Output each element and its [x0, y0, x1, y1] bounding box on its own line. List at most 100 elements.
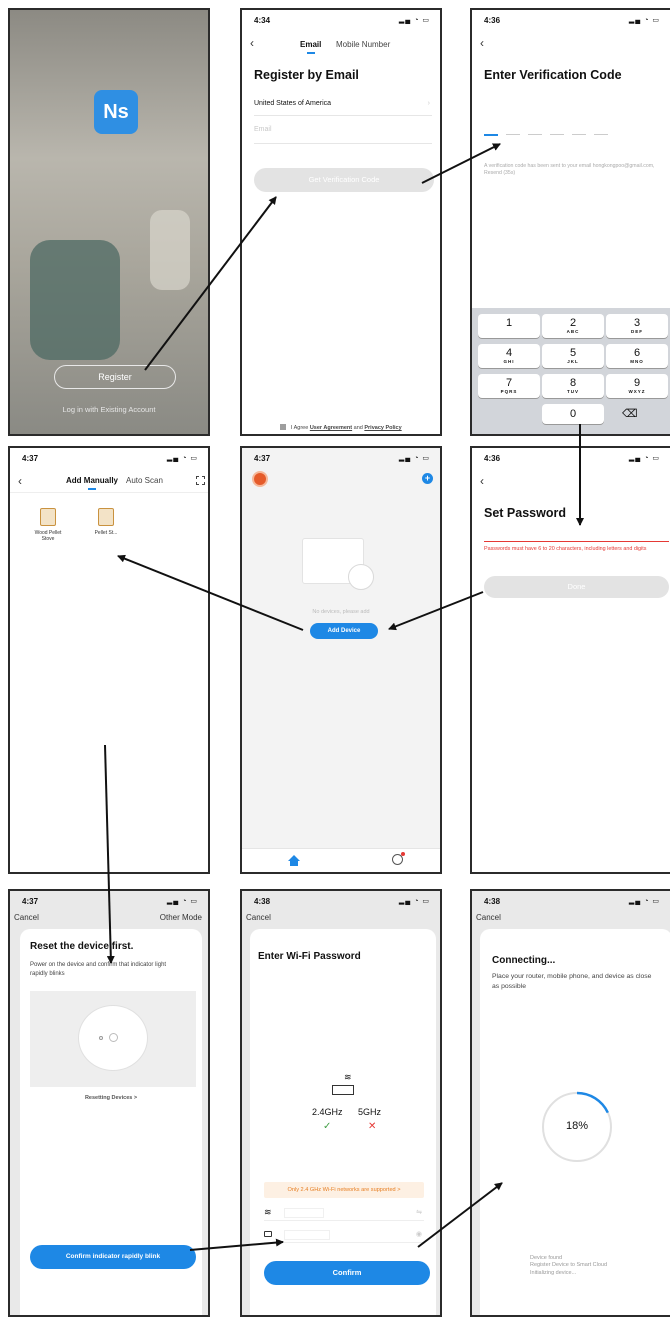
back-chevron-icon[interactable]: ‹	[18, 474, 22, 488]
router-icon	[332, 1085, 354, 1095]
keypad-letters: PQRS	[500, 389, 518, 394]
user-agreement-link[interactable]: User Agreement	[310, 425, 352, 431]
back-chevron-icon[interactable]: ‹	[480, 36, 484, 50]
tab-add-manually-label: Add Manually	[66, 476, 119, 485]
country-selector[interactable]: United States of America ›	[254, 100, 432, 116]
login-existing-link[interactable]: Log in with Existing Account	[10, 405, 208, 414]
verification-hint: A verification code has been sent to you…	[484, 163, 655, 176]
bottom-tab-bar	[242, 848, 440, 872]
keypad-letters: ABC	[566, 329, 580, 334]
numeric-keypad: 1 2 ABC 3 DEF 4 GHI 5 JKL 6 MNO 7 PQRS 8 TUV 9 WXYZ 0 ⌫	[472, 308, 670, 434]
screen-verification-code: 4:36 ▂▄ ◔ ▭ ‹ Enter Verification Code A …	[470, 8, 670, 436]
keypad-digit: 4	[505, 347, 513, 359]
code-digit-3	[528, 134, 542, 135]
status-time: 4:38	[254, 897, 271, 906]
agree-checkbox[interactable]	[280, 424, 287, 430]
eye-icon[interactable]: ◉	[416, 1230, 422, 1238]
add-device-button[interactable]: Add Device	[310, 623, 378, 639]
avatar[interactable]	[252, 471, 268, 487]
keypad-key-4[interactable]: 4 GHI	[478, 344, 540, 368]
tab-mobile-number[interactable]: Mobile Number	[336, 40, 390, 49]
done-button[interactable]: Done	[484, 576, 669, 598]
agree-prefix: I Agree	[290, 425, 309, 431]
confirm-blink-button[interactable]: Confirm indicator rapidly blink	[30, 1245, 196, 1269]
code-input-boxes[interactable]	[484, 134, 614, 136]
card-desc: Place your router, mobile phone, and dev…	[492, 973, 652, 990]
add-plus-icon[interactable]: +	[422, 473, 433, 484]
status-icons: ▂▄ ◔ ▭	[398, 17, 430, 24]
email-field[interactable]: Email	[254, 126, 432, 144]
tab-indicator	[88, 488, 96, 490]
back-chevron-icon[interactable]: ‹	[480, 474, 484, 488]
status-time: 4:36	[484, 16, 501, 25]
keypad-key-8[interactable]: 8 TUV	[542, 374, 604, 398]
device-illustration	[30, 991, 196, 1087]
keypad-key-0[interactable]: 0	[542, 404, 604, 424]
status-icons: ▂▄ ◔ ▭	[166, 898, 198, 905]
page-title: Register by Email	[254, 68, 359, 82]
status-icons: ▂▄ ◔ ▭	[398, 455, 430, 462]
check-icon: ✓	[323, 1121, 332, 1132]
app-logo-text: Ns	[103, 101, 129, 123]
screen-home: 4:37 ▂▄ ◔ ▭ + No devices, please add Add…	[240, 446, 442, 874]
delete-icon[interactable]: ⌫	[622, 407, 638, 420]
status-bar: 4:37 ▂▄ ◔ ▭	[10, 895, 208, 909]
password-field[interactable]: ◉	[264, 1229, 424, 1243]
keypad-digit: 9	[633, 377, 641, 389]
code-digit-5	[572, 134, 586, 135]
tab-email[interactable]: Email	[300, 40, 321, 54]
tab-auto-scan[interactable]: Auto Scan	[126, 476, 163, 485]
keypad-key-7[interactable]: 7 PQRS	[478, 374, 540, 398]
keypad-key-2[interactable]: 2 ABC	[542, 314, 604, 338]
wifi-field[interactable]: ≋ ⇋	[264, 1207, 424, 1221]
progress-percent: 18%	[565, 1120, 589, 1132]
cross-icon: ✕	[368, 1121, 377, 1132]
privacy-policy-link[interactable]: Privacy Policy	[364, 425, 401, 431]
password-error: Passwords must have 6 to 20 characters, …	[484, 546, 647, 552]
keypad-key-6[interactable]: 6 MNO	[606, 344, 668, 368]
back-chevron-icon[interactable]: ‹	[250, 36, 254, 50]
keypad-key-9[interactable]: 9 WXYZ	[606, 374, 668, 398]
resetting-devices-link[interactable]: Resetting Devices >	[20, 1095, 202, 1101]
keypad-key-3[interactable]: 3 DEF	[606, 314, 668, 338]
agree-and: and	[353, 425, 363, 431]
cancel-link[interactable]: Cancel	[476, 913, 501, 922]
only-24ghz-warning[interactable]: Only 2.4 GHz Wi-Fi networks are supporte…	[264, 1182, 424, 1198]
password-field[interactable]	[484, 540, 669, 542]
keypad-letters: GHI	[503, 359, 515, 364]
switch-network-icon[interactable]: ⇋	[416, 1208, 422, 1216]
cancel-link[interactable]: Cancel	[14, 913, 39, 922]
confirm-button[interactable]: Confirm	[264, 1261, 430, 1285]
keypad-key-5[interactable]: 5 JKL	[542, 344, 604, 368]
keypad-letters: WXYZ	[628, 389, 646, 394]
chevron-right-icon: ›	[427, 100, 430, 107]
keypad-key-1[interactable]: 1	[478, 314, 540, 338]
scan-icon[interactable]	[196, 476, 205, 485]
keypad-digit: 3	[633, 317, 641, 329]
screen-register-email: 4:34 ▂▄ ◔ ▭ ‹ Email Mobile Number Regist…	[240, 8, 442, 436]
keypad-digit: 1	[505, 317, 513, 329]
page-title: Set Password	[484, 506, 566, 520]
status-bar: 4:37 ▂▄ ◔ ▭	[10, 452, 208, 466]
status-log: Device found Register Device to Smart Cl…	[530, 1255, 607, 1277]
keypad-digit: 6	[633, 347, 641, 359]
device-label: Pellet St...	[94, 530, 118, 536]
email-placeholder: Email	[254, 126, 272, 133]
screen-reset-device: 4:37 ▂▄ ◔ ▭ Cancel Other Mode Reset the …	[8, 889, 210, 1317]
other-mode-link[interactable]: Other Mode	[160, 913, 202, 922]
device-pellet-stove[interactable]: Pellet St...	[86, 508, 126, 536]
cancel-link[interactable]: Cancel	[246, 913, 271, 922]
stove-icon	[40, 508, 56, 526]
get-verification-code-button[interactable]: Get Verification Code	[254, 168, 434, 192]
code-digit-2	[506, 134, 520, 135]
keypad-letters: MNO	[630, 359, 644, 364]
home-icon-base	[290, 861, 298, 866]
keypad-digit: 8	[569, 377, 577, 389]
keypad-letters: DEF	[631, 329, 643, 334]
keypad-letters: JKL	[567, 359, 579, 364]
tab-add-manually[interactable]: Add Manually	[66, 476, 118, 490]
card-title: Connecting...	[492, 955, 556, 966]
register-button[interactable]: Register	[54, 365, 176, 389]
screen-add-manually: 4:37 ▂▄ ◔ ▭ ‹ Add Manually Auto Scan Woo…	[8, 446, 210, 874]
device-wood-pellet-stove[interactable]: Wood Pellet Stove	[28, 508, 68, 542]
